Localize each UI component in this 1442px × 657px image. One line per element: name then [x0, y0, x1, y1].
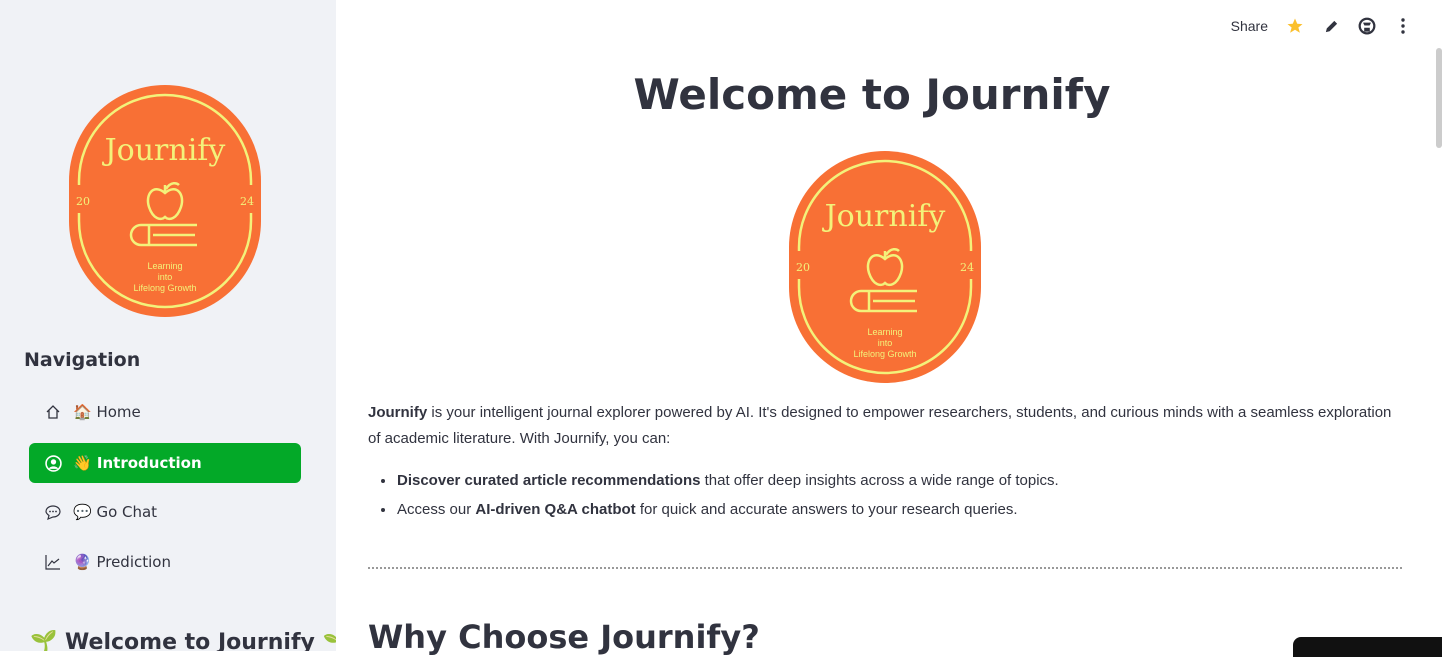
star-icon[interactable]: [1286, 14, 1304, 38]
intro-paragraph: Journify is your intelligent journal exp…: [368, 400, 1402, 452]
list-item: Discover curated article recommendations…: [396, 466, 1059, 495]
list-item: Access our AI-driven Q&A chatbot for qui…: [396, 495, 1059, 524]
bullet-bold: AI-driven Q&A chatbot: [475, 501, 636, 518]
sidebar-item-prediction[interactable]: 🔮 Prediction: [29, 542, 301, 582]
bullet-text: that offer deep insights across a wide r…: [700, 472, 1059, 489]
svg-text:Learning: Learning: [147, 261, 182, 271]
svg-text:24: 24: [960, 261, 974, 274]
user-circle-icon: [44, 454, 62, 472]
bullet-text: Access our: [397, 501, 476, 518]
intro-bold: Journify: [368, 404, 428, 421]
status-widget[interactable]: [1293, 637, 1442, 657]
sidebar: Journify 20 24 Learning into Lifelong Gr…: [0, 0, 336, 651]
svg-text:Lifelong Growth: Lifelong Growth: [133, 283, 196, 293]
svg-text:Journify: Journify: [102, 133, 226, 168]
edit-pencil-icon[interactable]: [1322, 14, 1340, 38]
home-icon: [44, 403, 62, 421]
sidebar-item-home[interactable]: 🏠 Home: [29, 392, 301, 432]
sidebar-item-label: 👋 Introduction: [73, 454, 202, 472]
main-logo: Journify 20 24 Learning into Lifelong Gr…: [789, 151, 981, 383]
intro-text: is your intelligent journal explorer pow…: [368, 404, 1392, 447]
feature-list: Discover curated article recommendations…: [396, 466, 1059, 524]
bullet-text: for quick and accurate answers to your r…: [635, 501, 1018, 518]
svg-text:20: 20: [796, 261, 810, 274]
github-icon[interactable]: [1358, 14, 1376, 38]
svg-text:20: 20: [76, 195, 90, 208]
sidebar-item-label: 🏠 Home: [73, 403, 141, 421]
svg-text:into: into: [878, 338, 893, 348]
nav-title: Navigation: [24, 349, 141, 371]
chart-line-icon: [44, 553, 62, 571]
scrollbar[interactable]: [1436, 48, 1442, 148]
bullet-bold: Discover curated article recommendations: [397, 472, 701, 489]
chat-icon: [44, 503, 62, 521]
sidebar-welcome-heading: 🌱 Welcome to Journify 🌱: [30, 630, 336, 651]
sidebar-logo: Journify 20 24 Learning into Lifelong Gr…: [69, 85, 261, 317]
sidebar-item-go-chat[interactable]: 💬 Go Chat: [29, 492, 301, 532]
svg-text:Learning: Learning: [867, 327, 902, 337]
svg-text:Lifelong Growth: Lifelong Growth: [853, 349, 916, 359]
sidebar-item-introduction[interactable]: 👋 Introduction: [29, 443, 301, 483]
section-heading: Why Choose Journify?: [368, 618, 760, 656]
divider: [368, 567, 1402, 569]
share-button[interactable]: Share: [1231, 18, 1268, 34]
svg-text:into: into: [158, 272, 173, 282]
svg-text:Journify: Journify: [822, 199, 946, 234]
toolbar: Share: [1231, 14, 1412, 38]
page-title: Welcome to Journify: [633, 70, 1111, 119]
sidebar-item-label: 🔮 Prediction: [73, 553, 171, 571]
svg-text:24: 24: [240, 195, 254, 208]
more-menu-icon[interactable]: [1394, 14, 1412, 38]
sidebar-item-label: 💬 Go Chat: [73, 503, 158, 521]
